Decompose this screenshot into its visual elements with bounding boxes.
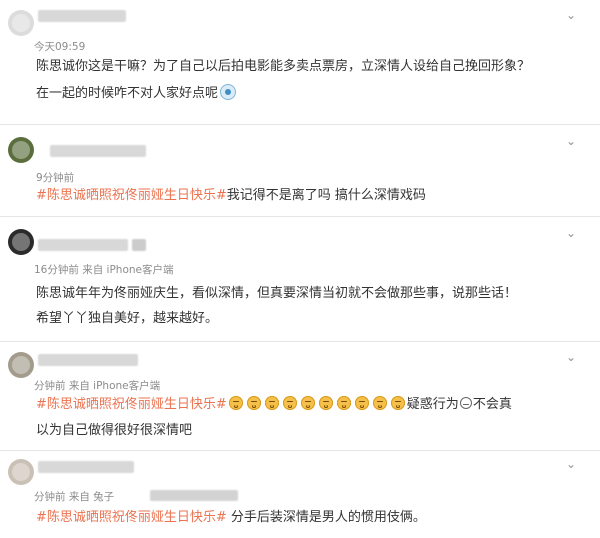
comment-post: 分钟前 来自 iPhone客户端 ⌄ #陈思诚晒照祝佟丽娅生日快乐# 疑惑行为 不会… [0,342,600,449]
comment-line-1: 陈思诚年年为佟丽娅庆生，看似深情，但真要深情当初就不会做那些事，说那些话！ [36,285,517,303]
emoji-icon [336,396,351,410]
username-blurred[interactable] [38,239,128,251]
comment-text: 陈思诚你这是干嘛？为了自己以后拍电影能多卖点票房，立深情人设给自己挽回形象？ [36,59,531,74]
comment-text: 以为自己做得很好很深情吧 [36,423,193,438]
comment-line-2: 以为自己做得很好很深情吧 [36,422,192,440]
chevron-down-icon[interactable]: ⌄ [564,457,578,471]
comment-text: 陈思诚年年为佟丽娅庆生，看似深情，但真要深情当初就不会做那些事，说那些话！ [36,286,518,301]
emoji-icon [354,396,369,410]
post-time: 今天09:59 [34,41,86,53]
comment-line-1: #陈思诚晒照祝佟丽娅生日快乐# 分手后装深情是男人的惯用伎俩。 [36,509,426,527]
emoji-icon [264,396,279,410]
username-blurred-suffix [132,239,146,251]
comment-text: 希望丫丫独自美好，越来越好。 [36,311,219,326]
source-blurred [150,490,238,501]
username-blurred[interactable] [38,354,138,366]
doubt-icon [459,397,472,409]
comment-text: 在一起的时候咋不对人家好点呢 [36,86,219,101]
avatar[interactable] [8,352,34,378]
comment-feed: 今天09:59 ⌄ 陈思诚你这是干嘛？为了自己以后拍电影能多卖点票房，立深情人设… [0,0,600,538]
username-blurred[interactable] [50,145,146,157]
emoji-icon [300,396,315,410]
sticker-icon [220,84,237,100]
emoji-icon [228,396,243,410]
post-time: 16分钟前 来自 iPhone客户端 [34,264,174,276]
hashtag-link[interactable]: #陈思诚晒照祝佟丽娅生日快乐# [36,397,227,412]
comment-text: 疑惑行为 [406,397,459,412]
hashtag-link[interactable]: #陈思诚晒照祝佟丽娅生日快乐# [36,188,227,203]
chevron-down-icon[interactable]: ⌄ [564,350,578,364]
avatar[interactable] [8,10,34,36]
post-time: 9分钟前 [36,172,75,184]
chevron-down-icon[interactable]: ⌄ [564,226,578,240]
comment-line-1: #陈思诚晒照祝佟丽娅生日快乐#我记得不是离了吗 搞什么深情戏码 [36,187,426,205]
comment-text: 我记得不是离了吗 搞什么深情戏码 [226,188,426,203]
comment-post: 16分钟前 来自 iPhone客户端 ⌄ 陈思诚年年为佟丽娅庆生，看似深情，但真… [0,217,600,340]
emoji-icon [282,396,297,410]
comment-line-2: 在一起的时候咋不对人家好点呢 [36,84,237,103]
comment-post: 9分钟前 ⌄ #陈思诚晒照祝佟丽娅生日快乐#我记得不是离了吗 搞什么深情戏码 [0,125,600,214]
emoji-icon [372,396,387,410]
avatar[interactable] [8,459,34,485]
chevron-down-icon[interactable]: ⌄ [564,8,578,22]
emoji-icon [318,396,333,410]
comment-line-2: 希望丫丫独自美好，越来越好。 [36,310,218,328]
comment-text: 分手后装深情是男人的惯用伎俩。 [226,510,426,525]
comment-line-1: #陈思诚晒照祝佟丽娅生日快乐# 疑惑行为 不会真 [36,396,512,414]
username-blurred[interactable] [38,10,126,22]
comment-text: 不会真 [472,397,512,412]
comment-post: 今天09:59 ⌄ 陈思诚你这是干嘛？为了自己以后拍电影能多卖点票房，立深情人设… [0,0,600,118]
hashtag-link[interactable]: #陈思诚晒照祝佟丽娅生日快乐# [36,510,227,525]
emoji-icon [390,396,405,410]
avatar[interactable] [8,137,34,163]
emoji-icon [246,396,261,410]
chevron-down-icon[interactable]: ⌄ [564,134,578,148]
post-time: 分钟前 来自 iPhone客户端 [34,380,161,392]
username-blurred[interactable] [38,461,134,473]
comment-line-1: 陈思诚你这是干嘛？为了自己以后拍电影能多卖点票房，立深情人设给自己挽回形象？ [36,58,530,76]
comment-post: 分钟前 来自 兔子 ⌄ #陈思诚晒照祝佟丽娅生日快乐# 分手后装深情是男人的惯用… [0,451,600,538]
avatar[interactable] [8,229,34,255]
post-time: 分钟前 来自 兔子 [34,491,115,503]
